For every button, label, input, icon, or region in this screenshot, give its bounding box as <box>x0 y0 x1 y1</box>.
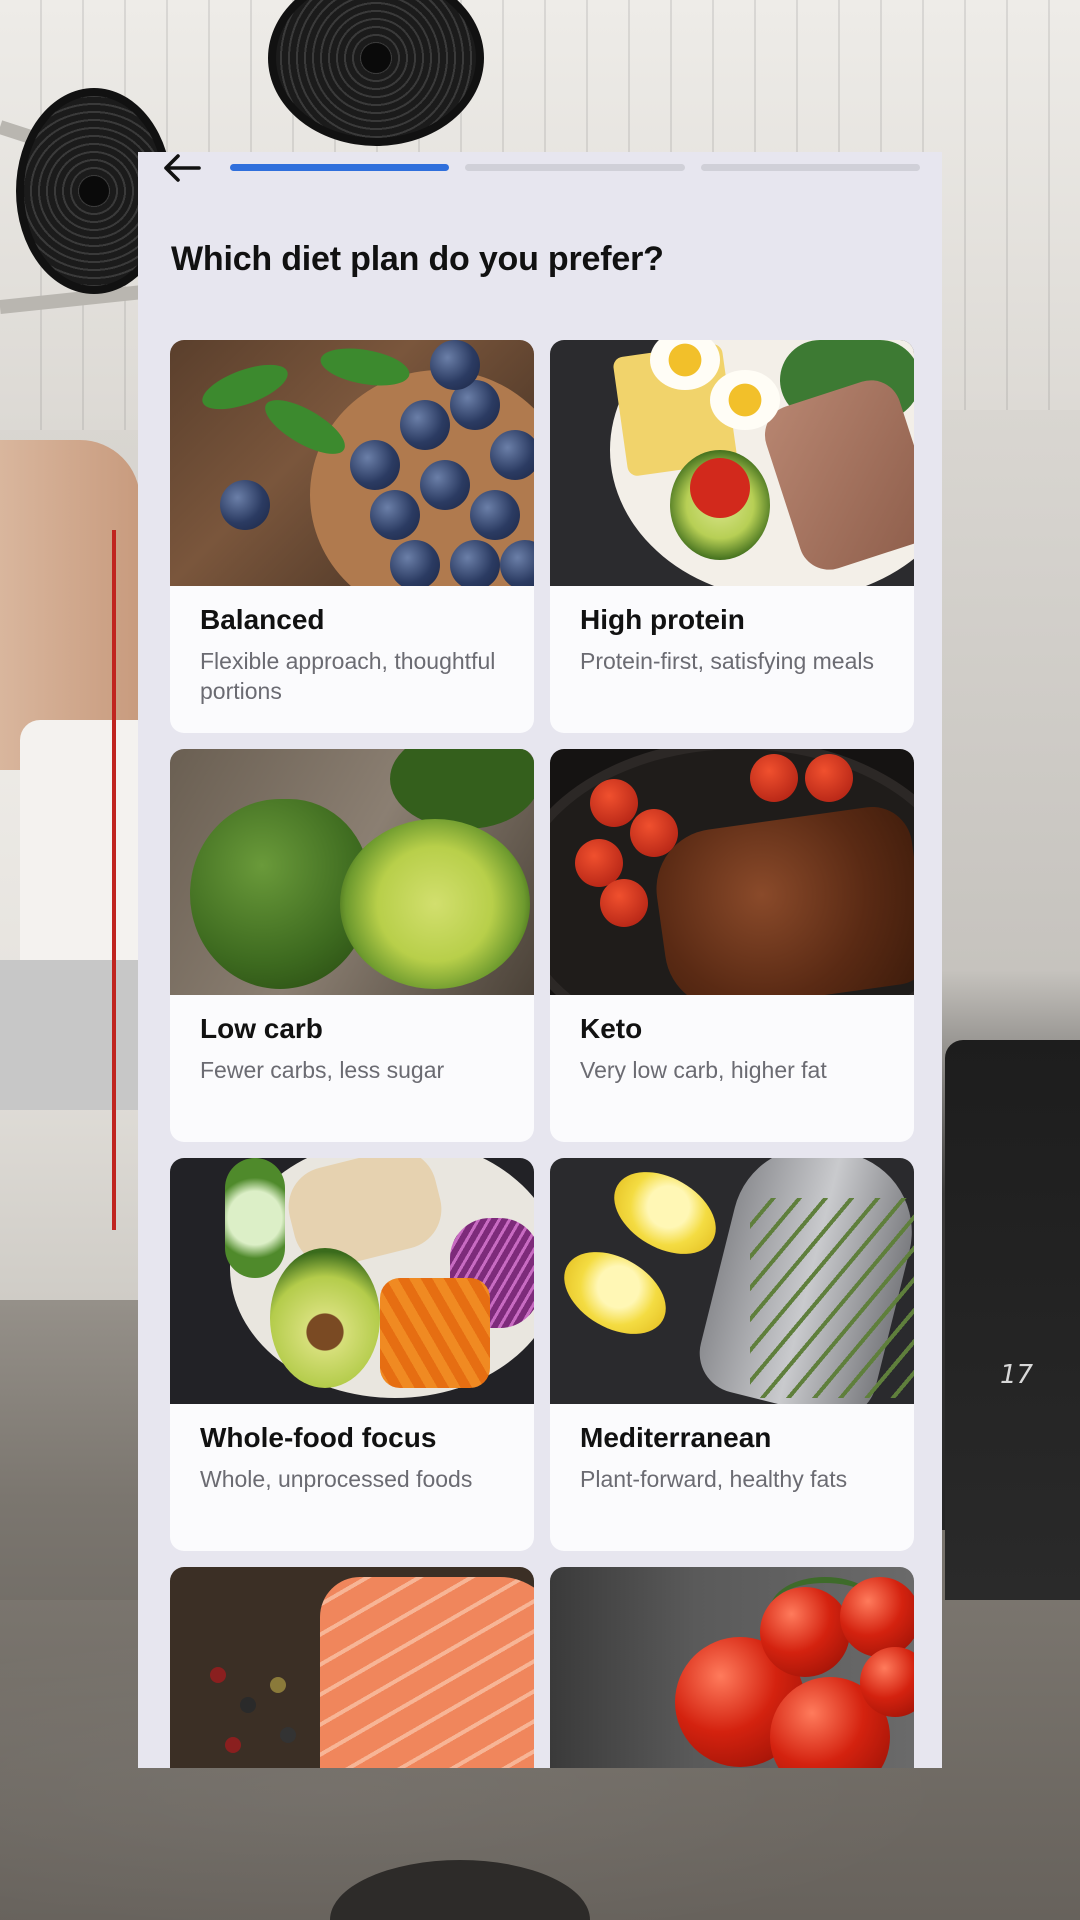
back-button[interactable] <box>160 152 204 188</box>
top-bar <box>138 152 942 192</box>
option-description: Plant-forward, healthy fats <box>580 1466 848 1492</box>
option-title: Whole-food focus <box>200 1422 437 1453</box>
diet-option-balanced[interactable]: Balanced Flexible approach, thoughtful p… <box>170 340 534 733</box>
option-title: Mediterranean <box>580 1422 772 1453</box>
person-shirt <box>20 720 140 980</box>
person-shorts <box>0 960 140 1110</box>
page-title: Which diet plan do you prefer? <box>171 240 664 278</box>
avocado-photo <box>170 749 534 995</box>
fish-lemon-photo <box>550 1158 914 1404</box>
option-title: High protein <box>580 604 745 635</box>
diet-option-keto[interactable]: Keto Very low carb, higher fat <box>550 749 914 1142</box>
step-progress <box>230 164 920 172</box>
blueberries-photo <box>170 340 534 586</box>
diet-option-high-protein[interactable]: High protein Protein-first, satisfying m… <box>550 340 914 733</box>
diet-option-partial-salmon[interactable] <box>170 1567 534 1768</box>
progress-segment-2 <box>465 164 685 171</box>
salmon-photo <box>170 1567 534 1768</box>
option-title: Keto <box>580 1013 643 1044</box>
diet-option-whole-food[interactable]: Whole-food focus Whole, unprocessed food… <box>170 1158 534 1551</box>
diet-option-mediterranean[interactable]: Mediterranean Plant-forward, healthy fat… <box>550 1158 914 1551</box>
protein-plate-photo <box>550 340 914 586</box>
buddha-bowl-photo <box>170 1158 534 1404</box>
option-description: Very low carb, higher fat <box>580 1057 827 1083</box>
option-title: Low carb <box>200 1013 323 1044</box>
resistance-cable <box>112 530 116 1230</box>
steak-photo <box>550 749 914 995</box>
option-title: Balanced <box>200 604 325 635</box>
diet-option-low-carb[interactable]: Low carb Fewer carbs, less sugar <box>170 749 534 1142</box>
progress-segment-3 <box>700 164 920 171</box>
option-description: Protein-first, satisfying meals <box>580 648 874 674</box>
bike-number: 17 <box>1000 1360 1034 1390</box>
option-description: Flexible approach, thoughtful portions <box>200 648 496 704</box>
diet-plan-screen: Which diet plan do you prefer? Balanced … <box>138 152 942 1768</box>
exercise-bike <box>945 1040 1080 1600</box>
progress-segment-1 <box>230 164 450 171</box>
tomatoes-photo <box>550 1567 914 1768</box>
option-description: Fewer carbs, less sugar <box>200 1057 445 1083</box>
option-description: Whole, unprocessed foods <box>200 1466 473 1492</box>
diet-options-grid: Balanced Flexible approach, thoughtful p… <box>170 340 936 1768</box>
diet-option-partial-tomatoes[interactable] <box>550 1567 914 1768</box>
arrow-left-icon <box>162 153 202 188</box>
